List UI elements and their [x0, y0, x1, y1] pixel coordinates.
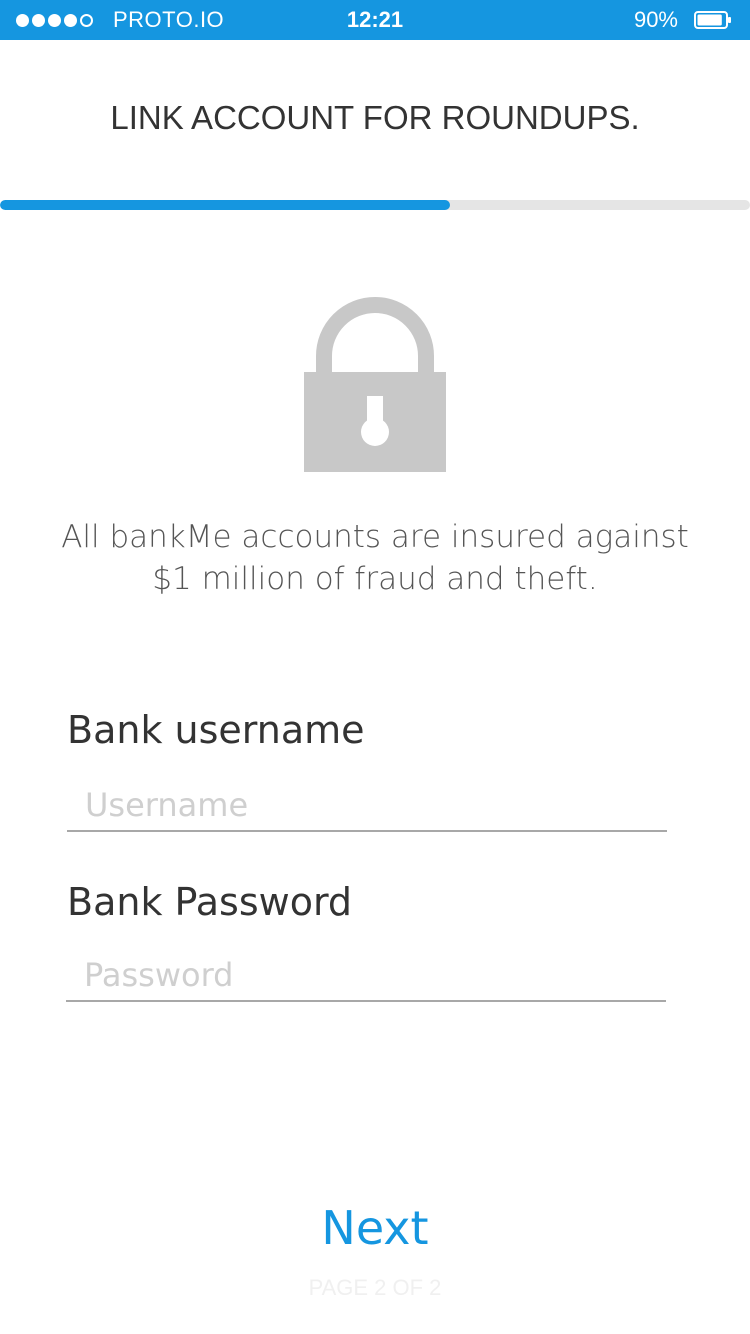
- next-button[interactable]: Next: [225, 1196, 525, 1260]
- username-input[interactable]: [67, 780, 667, 832]
- progress-bar: [0, 200, 750, 210]
- battery-percentage: 90%: [633, 7, 678, 32]
- progress-bar-fill: [0, 200, 450, 210]
- username-label: Bank username: [67, 708, 365, 752]
- page-title: LINK ACCOUNT FOR ROUNDUPS.: [110, 99, 640, 136]
- lock-icon: [304, 297, 446, 472]
- insurance-message: All bankMe accounts are insured against …: [61, 519, 689, 597]
- status-bar: PROTO.IO 12:21 90%: [0, 0, 750, 40]
- password-label: Bank Password: [67, 880, 353, 924]
- battery-icon: [694, 11, 731, 29]
- password-input[interactable]: [66, 950, 666, 1002]
- page-indicator: PAGE 2 OF 2: [308, 1275, 442, 1300]
